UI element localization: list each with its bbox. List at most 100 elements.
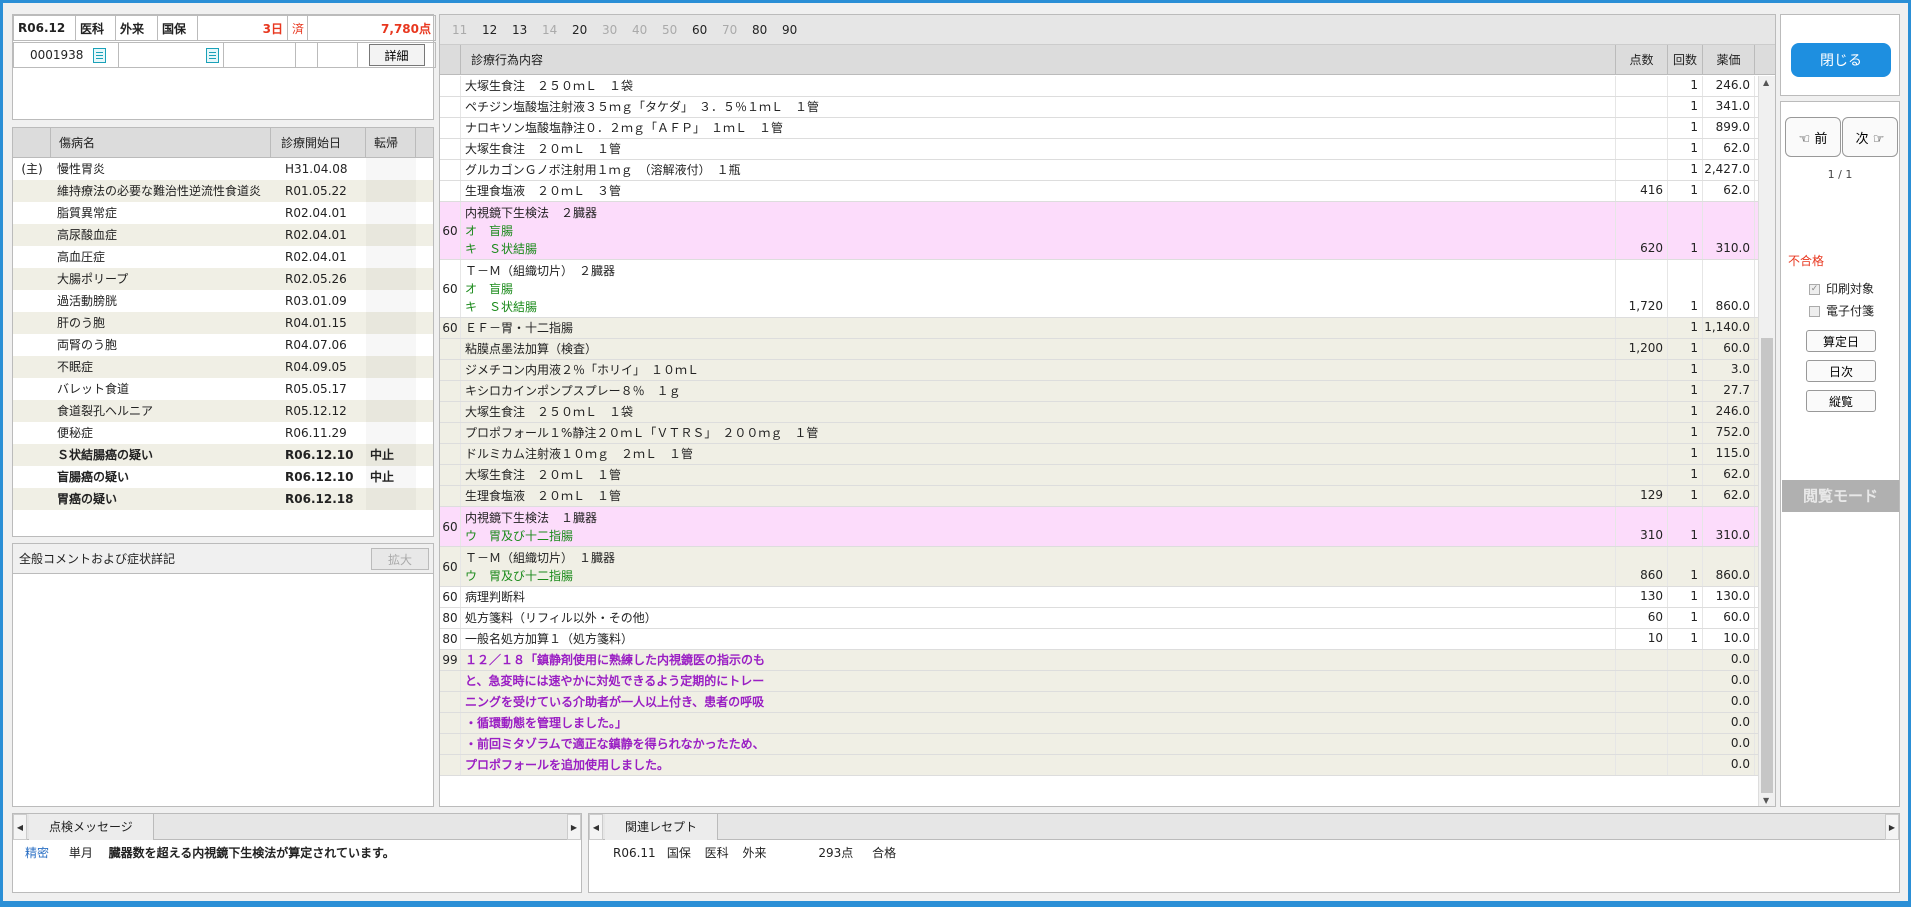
related-receipt-row[interactable]: R06.11 国保 医科 外来 293点 合格 bbox=[589, 840, 1899, 865]
treatment-count-value: 1 bbox=[1690, 404, 1698, 418]
treatment-row[interactable]: 60 内視鏡下生検法 ２臓器オ 盲腸キ Ｓ状結腸 620 1 310.0 bbox=[440, 202, 1758, 260]
disease-row[interactable]: 脂質異常症 R02.04.01 bbox=[13, 202, 433, 224]
right-side-panel: ☜ 前 次 ☞ 1 / 1 不合格 ✓ 印刷対象 電子付箋 算定日 日次 縦覧 閲… bbox=[1780, 101, 1900, 807]
tab-related-receipt[interactable]: 関連レセプト bbox=[605, 814, 719, 840]
disease-row[interactable]: 両腎のう胞 R04.07.06 bbox=[13, 334, 433, 356]
expand-button[interactable]: 拡大 bbox=[371, 548, 429, 570]
treatment-row[interactable]: 99 １２／１８「鎮静剤使用に熟練した内視鏡医の指示のも 0.0 bbox=[440, 650, 1758, 671]
scrollbar-thumb[interactable] bbox=[1761, 338, 1773, 793]
treatment-row[interactable]: 大塚生食注 ２０ｍＬ １管 1 62.0 bbox=[440, 139, 1758, 160]
treatment-category: 60 bbox=[440, 507, 461, 546]
disease-row[interactable]: バレット食道 R05.05.17 bbox=[13, 378, 433, 400]
treatment-row[interactable]: 60 Ｔ－Ｍ（組織切片） ２臓器オ 盲腸キ Ｓ状結腸 1,720 1 860.0 bbox=[440, 260, 1758, 318]
disease-start-date: R06.11.29 bbox=[285, 426, 347, 440]
disease-row[interactable]: Ｓ状結腸癌の疑い R06.12.10 中止 bbox=[13, 444, 433, 466]
category-tab: 11 bbox=[452, 23, 468, 37]
treatment-price: 860.0 bbox=[1703, 260, 1755, 317]
treatment-points: 129 bbox=[1616, 486, 1668, 506]
treatment-row[interactable]: 80 処方箋料（リフィル以外・その他） 60 1 60.0 bbox=[440, 608, 1758, 629]
disease-main-flag bbox=[13, 202, 51, 224]
treatment-row[interactable]: ニングを受けている介助者が一人以上付き、患者の呼吸 0.0 bbox=[440, 692, 1758, 713]
treatment-line: 大塚生食注 ２０ｍＬ １管 bbox=[465, 468, 622, 482]
disease-row[interactable]: 高尿酸血症 R02.04.01 bbox=[13, 224, 433, 246]
treatment-price: 62.0 bbox=[1703, 139, 1755, 159]
treatment-row[interactable]: ナロキソン塩酸塩静注０．２ｍｇ「ＡＦＰ」 １ｍＬ １管 1 899.0 bbox=[440, 118, 1758, 139]
next-button[interactable]: 次 ☞ bbox=[1842, 117, 1898, 157]
chevron-left-icon[interactable]: ◀ bbox=[589, 814, 603, 840]
treatment-content: 大塚生食注 ２０ｍＬ １管 bbox=[461, 465, 1616, 485]
treatment-row[interactable]: 60 ＥＦ－胃・十二指腸 1 1,140.0 bbox=[440, 318, 1758, 339]
disease-row[interactable]: 大腸ポリープ R02.05.26 bbox=[13, 268, 433, 290]
disease-row[interactable]: 不眠症 R04.09.05 bbox=[13, 356, 433, 378]
category-tab[interactable]: 60 bbox=[692, 15, 722, 45]
treatment-category: 60 bbox=[440, 260, 461, 317]
electronic-attach-checkbox[interactable]: 電子付箋 bbox=[1809, 302, 1874, 319]
print-target-checkbox[interactable]: ✓ 印刷対象 bbox=[1809, 280, 1874, 297]
treatment-row[interactable]: と、急変時には速やかに対処できるよう定期的にトレー 0.0 bbox=[440, 671, 1758, 692]
treatment-row[interactable]: キシロカインポンプスプレー８％ １ｇ 1 27.7 bbox=[440, 381, 1758, 402]
treatment-line: ・循環動態を管理しました。」 bbox=[465, 716, 628, 730]
category-tab[interactable]: 80 bbox=[752, 15, 782, 45]
treatment-row[interactable]: グルカゴンＧノボ注射用１ｍｇ （溶解液付） １瓶 1 2,427.0 bbox=[440, 160, 1758, 181]
treatment-row[interactable]: 粘膜点墨法加算（検査） 1,200 1 60.0 bbox=[440, 339, 1758, 360]
treatment-row[interactable]: 60 Ｔ－Ｍ（組織切片） １臓器ウ 胃及び十二指腸 860 1 860.0 bbox=[440, 547, 1758, 587]
document-icon[interactable] bbox=[93, 47, 107, 63]
treatment-points: 1,200 bbox=[1616, 339, 1668, 359]
document-icon[interactable] bbox=[206, 47, 219, 63]
close-button[interactable]: 閉じる bbox=[1791, 43, 1891, 77]
category-tab[interactable]: 12 bbox=[482, 15, 512, 45]
treatment-line: 大塚生食注 ２５０ｍＬ １袋 bbox=[465, 79, 634, 93]
disease-row[interactable]: (主) 慢性胃炎 H31.04.08 bbox=[13, 158, 433, 180]
disease-row[interactable]: 盲腸癌の疑い R06.12.10 中止 bbox=[13, 466, 433, 488]
category-tab[interactable]: 90 bbox=[782, 15, 812, 45]
category-tab[interactable]: 13 bbox=[512, 15, 542, 45]
disease-start-date: R05.05.17 bbox=[285, 382, 347, 396]
detail-button[interactable]: 詳細 bbox=[368, 44, 425, 66]
disease-main-flag bbox=[13, 422, 51, 444]
category-tab[interactable]: 20 bbox=[572, 15, 602, 45]
disease-row[interactable]: 食道裂孔ヘルニア R05.12.12 bbox=[13, 400, 433, 422]
disease-row[interactable]: 高血圧症 R02.04.01 bbox=[13, 246, 433, 268]
treatment-row[interactable]: 60 病理判断料 130 1 130.0 bbox=[440, 587, 1758, 608]
treatment-row[interactable]: ・前回ミタゾラムで適正な鎮静を得られなかったため、 0.0 bbox=[440, 734, 1758, 755]
treatment-points-value bbox=[1616, 755, 1663, 773]
disease-row[interactable]: 便秘症 R06.11.29 bbox=[13, 422, 433, 444]
vertical-view-button[interactable]: 縦覧 bbox=[1806, 390, 1876, 412]
treatment-row[interactable]: プロポフォールを追加使用しました。 0.0 bbox=[440, 755, 1758, 776]
daily-button[interactable]: 日次 bbox=[1806, 360, 1876, 382]
treatment-row[interactable]: 大塚生食注 ２０ｍＬ １管 1 62.0 bbox=[440, 465, 1758, 486]
calc-date-button[interactable]: 算定日 bbox=[1806, 330, 1876, 352]
chevron-right-icon[interactable]: ▶ bbox=[1885, 814, 1899, 840]
treatment-row[interactable]: 大塚生食注 ２５０ｍＬ １袋 1 246.0 bbox=[440, 402, 1758, 423]
treatment-category bbox=[440, 671, 461, 691]
chevron-down-icon[interactable]: ▼ bbox=[1763, 796, 1769, 805]
col-outcome[interactable]: 転帰 bbox=[366, 128, 416, 157]
treatment-row[interactable]: プロポフォール１%静注２０ｍＬ「ＶＴＲＳ」 ２００ｍｇ １管 1 752.0 bbox=[440, 423, 1758, 444]
disease-row[interactable]: 維持療法の必要な難治性逆流性食道炎 R01.05.22 bbox=[13, 180, 433, 202]
treatment-row[interactable]: 大塚生食注 ２５０ｍＬ １袋 1 246.0 bbox=[440, 76, 1758, 97]
treatment-row[interactable]: 生理食塩液 ２０ｍＬ １管 129 1 62.0 bbox=[440, 486, 1758, 507]
chevron-left-icon[interactable]: ◀ bbox=[13, 814, 27, 840]
treatment-content: ジメチコン内用液２％「ホリイ」 １０ｍＬ bbox=[461, 360, 1616, 380]
disease-row[interactable]: 肝のう胞 R04.01.15 bbox=[13, 312, 433, 334]
col-disease-name[interactable]: 傷病名 bbox=[51, 128, 271, 157]
treatment-row[interactable]: 生理食塩液 ２０ｍＬ ３管 416 1 62.0 bbox=[440, 181, 1758, 202]
checkbox-box[interactable] bbox=[1809, 306, 1820, 317]
chevron-up-icon[interactable]: ▲ bbox=[1763, 78, 1769, 87]
treatment-row[interactable]: ペチジン塩酸塩注射液３５ｍｇ「タケダ」 ３．５％１ｍＬ １管 1 341.0 bbox=[440, 97, 1758, 118]
disease-start-date: R06.12.18 bbox=[285, 492, 354, 506]
vertical-scrollbar[interactable]: ▲ ▼ bbox=[1758, 76, 1775, 806]
treatment-row[interactable]: 60 内視鏡下生検法 １臓器ウ 胃及び十二指腸 310 1 310.0 bbox=[440, 507, 1758, 547]
treatment-row[interactable]: ジメチコン内用液２％「ホリイ」 １０ｍＬ 1 3.0 bbox=[440, 360, 1758, 381]
disease-row[interactable]: 胃癌の疑い R06.12.18 bbox=[13, 488, 433, 510]
check-icon[interactable]: ✓ bbox=[1809, 284, 1820, 295]
col-start-date[interactable]: 診療開始日 bbox=[271, 128, 366, 157]
treatment-row[interactable]: ドルミカム注射液１０ｍｇ ２ｍＬ １管 1 115.0 bbox=[440, 444, 1758, 465]
treatment-row[interactable]: ・循環動態を管理しました。」 0.0 bbox=[440, 713, 1758, 734]
treatment-row[interactable]: 80 一般名処方加算１（処方箋料） 10 1 10.0 bbox=[440, 629, 1758, 650]
treatment-count-value bbox=[1668, 713, 1698, 731]
prev-button[interactable]: ☜ 前 bbox=[1785, 117, 1841, 157]
disease-row[interactable]: 過活動膀胱 R03.01.09 bbox=[13, 290, 433, 312]
tab-check-message[interactable]: 点検メッセージ bbox=[29, 814, 154, 840]
chevron-right-icon[interactable]: ▶ bbox=[567, 814, 581, 840]
